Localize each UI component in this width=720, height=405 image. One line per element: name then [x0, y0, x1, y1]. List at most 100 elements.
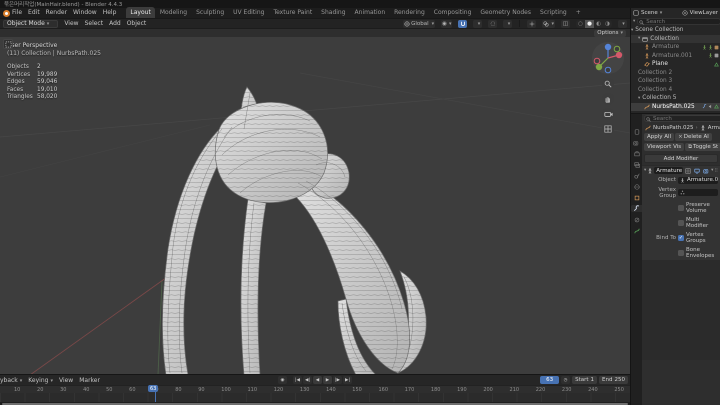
tab-object-icon[interactable]: [632, 194, 641, 201]
tab-physics-icon[interactable]: [632, 216, 641, 223]
menu-window[interactable]: Window: [73, 9, 97, 16]
outliner-item-armature-001[interactable]: Armature.001: [631, 52, 720, 61]
outliner-item-armature[interactable]: Armature: [631, 43, 720, 52]
timeline-marker-menu[interactable]: Marker: [79, 377, 100, 384]
timeline-track-area[interactable]: [0, 393, 630, 402]
object-field[interactable]: Armature.001: [678, 176, 718, 184]
viewport-vis-button[interactable]: Viewport Vis: [644, 143, 685, 151]
tab-uv-editing[interactable]: UV Editing: [229, 7, 268, 18]
orientation-dropdown[interactable]: Global: [403, 19, 436, 28]
xray-toggle[interactable]: ◫: [561, 19, 570, 28]
tab-world-icon[interactable]: [632, 183, 641, 190]
keying-menu[interactable]: Keying: [28, 377, 53, 384]
tab-sculpting[interactable]: Sculpting: [192, 7, 228, 18]
axis-navigation-gizmo[interactable]: [591, 41, 625, 75]
disclosure-triangle[interactable]: ▾: [631, 28, 633, 33]
preserve-volume-checkbox[interactable]: [678, 204, 684, 211]
menu-edit[interactable]: Edit: [28, 9, 40, 16]
outliner-item-scene-collection[interactable]: ▾ Scene Collection: [631, 26, 720, 35]
realtime-toggle[interactable]: [693, 167, 701, 174]
add-modifier-button[interactable]: Add Modifier: [644, 154, 718, 163]
modifier-name-field[interactable]: Armature: [654, 167, 684, 174]
tab-modeling[interactable]: Modeling: [156, 7, 191, 18]
breadcrumb-modifier[interactable]: Armature: [708, 125, 720, 131]
multi-modifier-checkbox[interactable]: [678, 219, 684, 226]
options-dropdown[interactable]: Options: [594, 29, 626, 37]
timeline-view-menu[interactable]: View: [59, 377, 73, 384]
timeline-ruler[interactable]: 1020304050607080901001101201301401501601…: [0, 385, 630, 393]
outliner-item-nurbspath-025[interactable]: NurbsPath.025: [631, 102, 720, 111]
outliner-item-collection-5[interactable]: ▾ Collection 5: [631, 94, 720, 103]
outliner-item-collection-3[interactable]: Collection 3: [631, 77, 720, 86]
proportional-editing-toggle[interactable]: ◌: [488, 19, 498, 28]
add-workspace-button[interactable]: +: [572, 7, 585, 18]
delete-all-button[interactable]: × Delete Al: [675, 133, 712, 141]
tab-output-icon[interactable]: [632, 150, 641, 157]
menu-render[interactable]: Render: [46, 9, 67, 16]
tab-layout[interactable]: Layout: [126, 7, 155, 18]
viewport-menu-object[interactable]: Object: [127, 20, 147, 27]
properties-search-input[interactable]: [644, 115, 720, 122]
apply-all-button[interactable]: Apply All: [644, 133, 675, 141]
render-toggle[interactable]: [702, 167, 710, 174]
camera-view-button[interactable]: [602, 108, 614, 120]
menu-help[interactable]: Help: [103, 9, 117, 16]
blender-logo-icon[interactable]: [3, 10, 10, 17]
modifier-extras-dropdown[interactable]: ▾: [711, 168, 713, 173]
playhead-frame-badge[interactable]: 63: [148, 385, 159, 392]
outliner-item-collection[interactable]: ▾ Collection: [631, 34, 720, 43]
tab-data-icon[interactable]: [632, 227, 641, 234]
zoom-button[interactable]: [602, 78, 614, 90]
scene-selector[interactable]: Scene: [641, 10, 662, 16]
filter-dropdown[interactable]: ▾: [633, 19, 635, 24]
jump-start-button[interactable]: |◀: [293, 376, 302, 384]
menu-file[interactable]: File: [12, 9, 22, 16]
tab-rendering[interactable]: Rendering: [390, 7, 429, 18]
outliner-search-input[interactable]: [637, 18, 720, 25]
toggle-stack-button[interactable]: ⧉ Toggle St: [685, 143, 720, 151]
tab-animation[interactable]: Animation: [351, 7, 390, 18]
disclosure-triangle[interactable]: ▾: [638, 96, 640, 101]
vertex-groups-checkbox[interactable]: ✓: [678, 234, 684, 241]
outliner-item-collection-4[interactable]: Collection 4: [631, 86, 720, 95]
outliner-item-collection-2[interactable]: Collection 2: [631, 69, 720, 78]
disclosure-triangle[interactable]: ▾: [638, 36, 640, 41]
viewport-menu-select[interactable]: Select: [85, 20, 104, 27]
perspective-toggle-button[interactable]: [602, 123, 614, 135]
shading-wireframe-button[interactable]: ○: [576, 20, 585, 28]
proportional-dropdown[interactable]: [503, 19, 513, 28]
jump-end-button[interactable]: ▶|: [343, 376, 352, 384]
frame-end-field[interactable]: End 250: [599, 376, 628, 384]
pivot-dropdown[interactable]: ◉: [441, 19, 453, 28]
shading-dropdown[interactable]: [618, 19, 627, 28]
tab-tool-icon[interactable]: [632, 128, 641, 135]
shading-material-button[interactable]: ◐: [594, 20, 603, 28]
prev-keyframe-button[interactable]: ◀|: [303, 376, 312, 384]
panel-expand-triangle[interactable]: ▾: [644, 168, 646, 173]
tab-modifiers-icon[interactable]: [631, 205, 642, 212]
vertex-group-field[interactable]: [678, 189, 718, 196]
tab-geometry-nodes[interactable]: Geometry Nodes: [476, 7, 535, 18]
pan-button[interactable]: [602, 93, 614, 105]
viewport-3d[interactable]: User Perspective (11) Collection | Nurbs…: [0, 37, 630, 374]
shading-solid-button[interactable]: ●: [585, 19, 594, 28]
viewport-menu-add[interactable]: Add: [109, 20, 121, 27]
current-frame-field[interactable]: 63: [540, 376, 560, 384]
viewlayer-selector[interactable]: ViewLayer: [690, 10, 718, 16]
tab-render-icon[interactable]: [632, 139, 641, 146]
breadcrumb-object[interactable]: NurbsPath.025: [653, 125, 694, 131]
shading-rendered-button[interactable]: ◑: [603, 20, 612, 28]
outliner-item-plane[interactable]: Plane: [631, 60, 720, 69]
playback-menu[interactable]: Playback: [0, 377, 22, 384]
show-gizmo-toggle[interactable]: [527, 19, 537, 28]
tab-scripting[interactable]: Scripting: [536, 7, 571, 18]
active-tool-button[interactable]: [3, 39, 13, 49]
tab-compositing[interactable]: Compositing: [430, 7, 476, 18]
tab-texture-paint[interactable]: Texture Paint: [269, 7, 316, 18]
drag-handle-icon[interactable]: ⠿: [714, 168, 718, 174]
frame-start-field[interactable]: Start 1: [572, 376, 598, 384]
snap-toggle[interactable]: [458, 19, 468, 28]
play-reverse-button[interactable]: ◀: [313, 376, 322, 384]
mode-dropdown[interactable]: Object Mode: [3, 19, 59, 28]
viewport-menu-view[interactable]: View: [64, 20, 78, 27]
